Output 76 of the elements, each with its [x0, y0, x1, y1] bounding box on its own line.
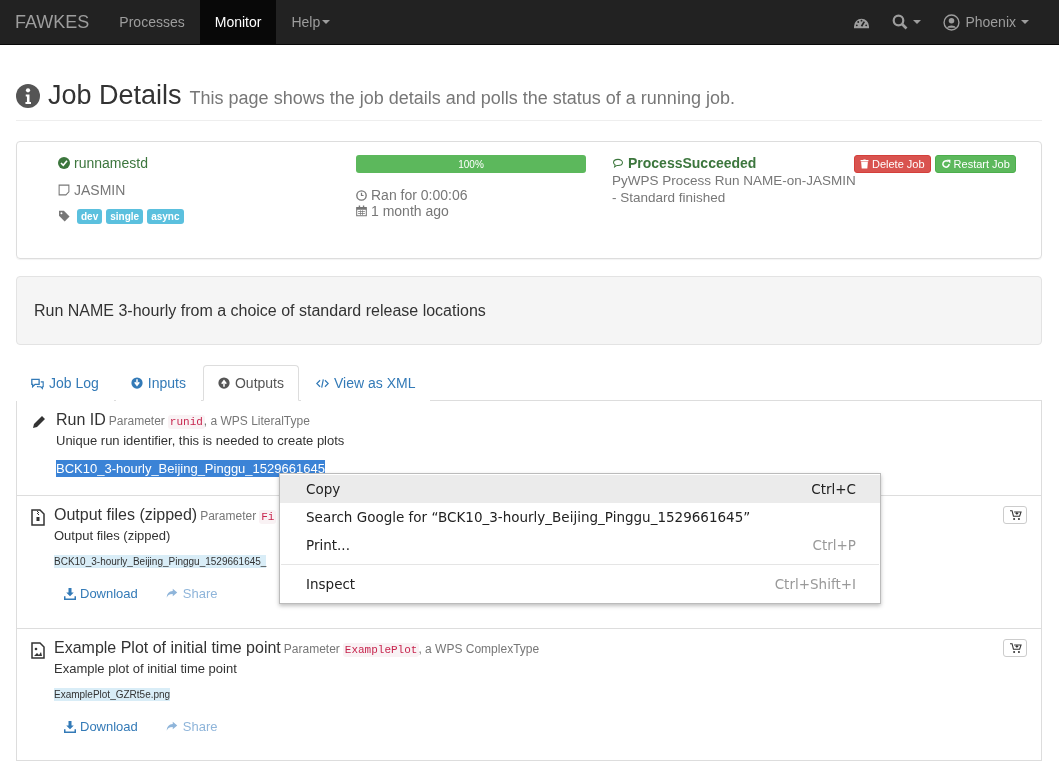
output-value: BCK10_3-hourly_Beijing_Pinggu_1529661645_	[54, 555, 267, 568]
menu-item[interactable]: Inspect Ctrl+Shift+I	[280, 570, 880, 598]
calendar-icon	[356, 205, 367, 217]
download-circle-icon	[130, 377, 143, 389]
clock-icon	[356, 189, 367, 201]
comments-icon	[31, 376, 44, 390]
delete-button[interactable]: Delete Job	[854, 155, 931, 173]
user-circle-icon	[943, 13, 961, 31]
output-title: Run ID	[56, 411, 106, 429]
image-file-icon	[31, 642, 45, 659]
refresh-icon	[940, 159, 951, 169]
cart-icon	[1008, 509, 1022, 521]
menu-item[interactable]: Search Google for “BCK10_3-hourly_Beijing_Pinggu_1529661645”	[280, 503, 880, 531]
download-icon	[64, 720, 76, 733]
code-icon	[316, 376, 329, 390]
job-status: ProcessSucceeded	[628, 155, 757, 171]
pencil-icon	[31, 414, 47, 430]
job-name[interactable]: runnamestd	[74, 155, 148, 171]
shortcut-label: Ctrl+Shift+I	[774, 576, 856, 592]
search-icon	[892, 14, 909, 30]
search-button[interactable]	[892, 14, 922, 30]
parameter-label: Parameter	[108, 414, 165, 428]
download-link[interactable]: Download	[64, 719, 138, 734]
cart-icon	[1008, 642, 1022, 654]
progress-fill: 100%	[356, 155, 586, 173]
output-description: Unique run identifier, this is needed to create plots	[56, 433, 345, 448]
user-menu[interactable]: Phoenix	[943, 13, 1029, 31]
cart-button[interactable]	[1003, 639, 1027, 657]
page-subtitle: This page shows the job details and polls the status of a running job.	[189, 88, 735, 109]
menu-item[interactable]: Copy Ctrl+C	[280, 475, 880, 503]
download-link[interactable]: Download	[64, 586, 138, 601]
menu-item[interactable]: Print... Ctrl+P	[280, 531, 880, 559]
page-title: Job Details	[48, 80, 182, 111]
menu-item-label: Search Google for “BCK10_3-hourly_Beijing_Pinggu_1529661645”	[306, 509, 751, 525]
type-label: , a WPS LiteralType	[203, 414, 310, 428]
shortcut-label: Ctrl+P	[812, 537, 856, 553]
parameter-label: Parameter	[200, 509, 257, 523]
tab[interactable]: Outputs	[202, 365, 299, 401]
menu-item-label: Print...	[306, 537, 350, 553]
zip-file-icon	[31, 509, 45, 526]
nav-link[interactable]: Monitor	[199, 0, 277, 44]
type-label: , a WPS ComplexType	[418, 642, 540, 656]
parameter-identifier: runid	[167, 415, 205, 429]
trash-icon	[860, 159, 869, 169]
info-icon	[16, 83, 40, 108]
output-description: Example plot of initial time point	[54, 661, 237, 676]
output-value: ExamplePlot_GZRt5e.png	[54, 688, 171, 701]
download-icon	[64, 587, 76, 600]
shortcut-label: Ctrl+C	[811, 481, 856, 497]
output-description: Output files (zipped)	[54, 528, 171, 543]
status-message: PyWPS Process Run NAME-on-JASMIN - Standard finished	[612, 172, 857, 206]
check-circle-icon	[58, 157, 70, 169]
tag-label: async	[147, 209, 184, 224]
output-value: BCK10_3-hourly_Beijing_Pinggu_1529661645	[56, 460, 325, 477]
cart-button[interactable]	[1003, 506, 1027, 524]
output-title: Example Plot of initial time point	[54, 639, 281, 657]
parameter-identifier: Fi	[259, 510, 277, 524]
note-icon	[58, 184, 70, 196]
tag-label: dev	[77, 209, 103, 224]
output-title: Output files (zipped)	[54, 506, 198, 524]
speech-bubble-icon	[612, 157, 624, 169]
service-name: JASMIN	[74, 182, 126, 198]
brand-logo[interactable]: FAWKES	[0, 0, 105, 44]
run-duration: Ran for 0:00:06	[371, 187, 468, 203]
caret-icon	[1021, 20, 1029, 24]
caret-icon	[913, 20, 922, 24]
menu-item-label: Inspect	[306, 576, 356, 592]
nav-link[interactable]: Processes	[104, 0, 200, 44]
tag-label: single	[106, 209, 144, 224]
tags-icon	[58, 210, 73, 223]
parameter-label: Parameter	[283, 642, 340, 656]
process-abstract: Run NAME 3-hourly from a choice of standard release locations	[16, 276, 1042, 345]
created-time: 1 month ago	[371, 203, 449, 219]
upload-circle-icon	[217, 377, 230, 389]
nav-link[interactable]: Help	[276, 0, 346, 44]
menu-item-label: Copy	[306, 481, 341, 497]
